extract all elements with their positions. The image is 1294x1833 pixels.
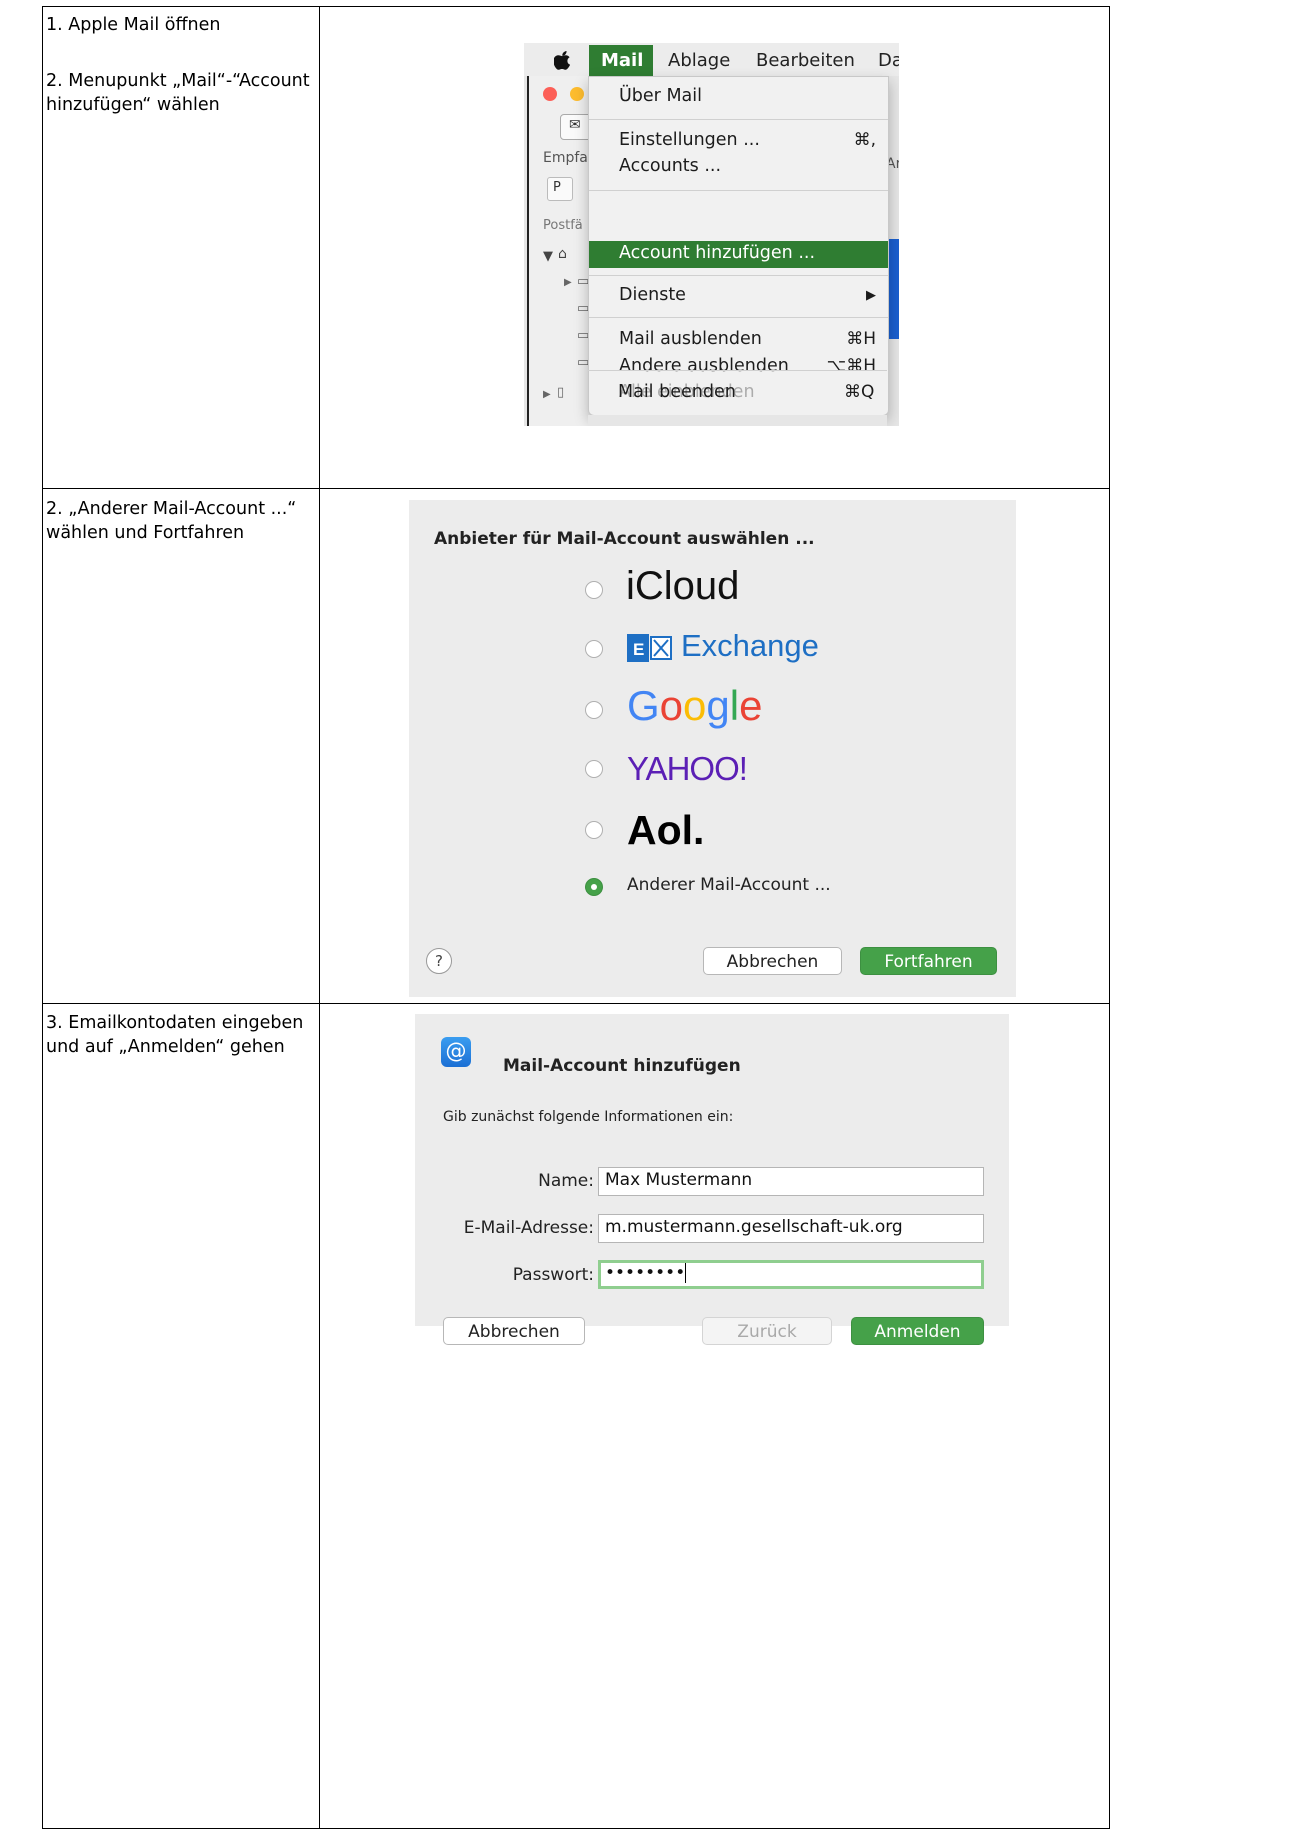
menu-separator	[589, 119, 888, 120]
disclosure-open-icon[interactable]: ▼	[543, 249, 553, 264]
radio-exchange[interactable]	[585, 640, 603, 658]
menu-mail-label: Mail	[601, 50, 644, 71]
menu-ablage[interactable]: Ablage	[668, 50, 730, 71]
disclosure-icon[interactable]: ▶	[564, 277, 572, 288]
google-letter: o	[659, 682, 684, 729]
step-2b-text: 2. „Anderer Mail-Account ...“ wählen und…	[46, 499, 297, 543]
help-icon[interactable]: ?	[426, 948, 452, 974]
submenu-arrow-icon: ▶	[866, 288, 876, 303]
password-field[interactable]: ••••••••	[598, 1260, 984, 1289]
radio-aol[interactable]	[585, 821, 603, 839]
icloud-logo[interactable]: iCloud	[626, 564, 739, 609]
row-divider	[43, 488, 1109, 489]
quit-shortcut: ⌘Q	[844, 382, 875, 402]
exchange-logo[interactable]: Exchange	[681, 628, 819, 664]
inbox-icon: ⌂	[558, 246, 567, 262]
svg-text:E: E	[633, 640, 644, 659]
apple-logo-icon[interactable]	[554, 51, 570, 70]
provider-dialog: Anbieter für Mail-Account auswählen ... …	[409, 500, 1016, 997]
cancel-button[interactable]: Abbrechen	[703, 947, 842, 975]
name-field[interactable]: Max Mustermann	[598, 1167, 984, 1196]
menu-separator	[588, 370, 887, 371]
minimize-dot-icon[interactable]	[570, 87, 584, 101]
document-icon: ▯	[557, 385, 565, 400]
other-account-label[interactable]: Anderer Mail-Account ...	[627, 875, 831, 895]
settings-shortcut: ⌘,	[853, 130, 876, 150]
menu-separator	[589, 190, 888, 191]
dialog-subtitle: Gib zunächst folgende Informationen ein:	[443, 1109, 734, 1125]
dialog-title: Mail-Account hinzufügen	[503, 1056, 741, 1076]
google-letter: o	[683, 682, 707, 729]
aol-logo[interactable]: Aol.	[627, 807, 704, 854]
step-2-text: 2. Menupunkt „Mail“-“Account hinzufügen“…	[46, 71, 310, 115]
exchange-logo-icon: E	[627, 634, 672, 662]
menu-item-hide-mail[interactable]: Mail ausblenden	[619, 329, 762, 349]
back-button: Zurück	[702, 1317, 832, 1345]
menu-mail[interactable]: Mail	[589, 45, 653, 76]
menubar: Mail Ablage Bearbeiten Da	[524, 43, 899, 76]
menu-darstellung[interactable]: Da	[878, 50, 899, 71]
menu-separator	[589, 275, 888, 276]
yahoo-logo[interactable]: YAHOO!	[627, 750, 748, 788]
password-dots: ••••••••	[605, 1263, 686, 1283]
menu-item-accounts[interactable]: Accounts ...	[619, 156, 721, 176]
google-letter: g	[706, 682, 730, 729]
menu-item-about[interactable]: Über Mail	[619, 86, 702, 106]
radio-other-selected[interactable]	[585, 878, 603, 896]
envelope-icon: ✉	[569, 117, 581, 133]
step-1-text: 1. Apple Mail öffnen	[46, 15, 221, 35]
password-label: Passwort:	[512, 1265, 594, 1285]
sidebar-toggle-button[interactable]: P	[547, 177, 573, 201]
login-button[interactable]: Anmelden	[851, 1317, 984, 1345]
menu-item-settings[interactable]: Einstellungen ...	[619, 130, 760, 150]
email-field[interactable]: m.mustermann.gesellschaft-uk.org	[598, 1214, 984, 1243]
menu-item-quit[interactable]: Mail beenden	[618, 382, 736, 402]
radio-yahoo[interactable]	[585, 760, 603, 778]
google-letter: G	[627, 682, 660, 729]
google-logo[interactable]: Google	[627, 682, 762, 730]
continue-button[interactable]: Fortfahren	[860, 947, 997, 975]
menu-item-services[interactable]: Dienste	[619, 285, 686, 305]
google-letter: l	[729, 682, 740, 729]
cancel-button[interactable]: Abbrechen	[443, 1317, 585, 1345]
name-label: Name:	[538, 1171, 594, 1191]
menu-separator	[589, 317, 888, 318]
mail-dropdown-menu: Über Mail Einstellungen ... ⌘, Accounts …	[588, 76, 889, 416]
sidebar-toggle-label: P	[553, 180, 561, 195]
provider-dialog-title: Anbieter für Mail-Account auswählen ...	[434, 529, 815, 549]
mailboxes-header: Postfä	[543, 218, 583, 233]
mailbox-label: Empfa	[543, 150, 588, 166]
step-3-text: 3. Emailkontodaten eingeben und auf „Anm…	[46, 1013, 304, 1057]
google-letter: e	[739, 682, 763, 729]
mail-menu-screenshot: Mail Ablage Bearbeiten Da ✉ Empfa P Post…	[524, 43, 899, 426]
text-cursor	[685, 1263, 687, 1283]
disclosure-icon[interactable]: ▶	[543, 389, 551, 400]
radio-icloud[interactable]	[585, 581, 603, 599]
close-dot-icon[interactable]	[543, 87, 557, 101]
menu-bearbeiten[interactable]: Bearbeiten	[756, 50, 855, 71]
radio-google[interactable]	[585, 701, 603, 719]
hide-mail-shortcut: ⌘H	[846, 329, 876, 349]
column-divider	[319, 7, 320, 1828]
menu-item-hide-others[interactable]: Andere ausblenden	[619, 356, 789, 376]
at-sign-icon: @	[441, 1037, 471, 1067]
add-account-dialog: @ Mail-Account hinzufügen Gib zunächst f…	[415, 1014, 1009, 1345]
hide-others-shortcut: ⌥⌘H	[826, 356, 876, 376]
row-divider	[43, 1003, 1109, 1004]
add-account-label: Account hinzufügen ...	[619, 243, 816, 263]
menu-item-add-account[interactable]: Account hinzufügen ...	[589, 241, 888, 268]
email-label: E-Mail-Adresse:	[463, 1218, 594, 1238]
